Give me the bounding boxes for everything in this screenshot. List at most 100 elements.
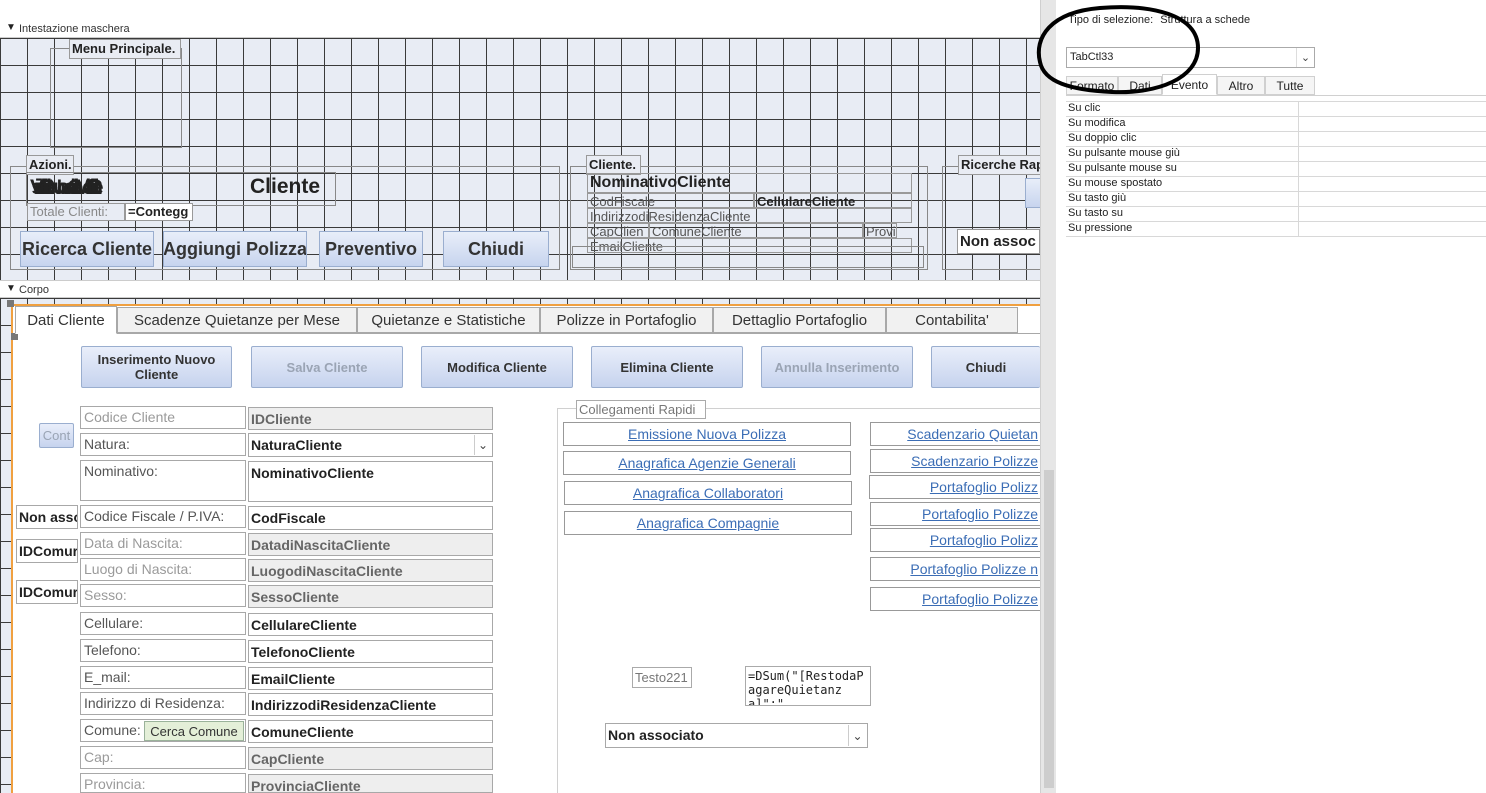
non-associato-combo[interactable]: Non associato [605,723,868,748]
link-portafoglio-polizze-5[interactable]: Portafoglio Polizze [870,587,1040,611]
overlapping-buttons-text[interactable]: VisualizzaClienteNuovoClienteModificaCli… [30,176,210,202]
property-grid: Su clic Su modifica Su doppio clic Su pu… [1066,101,1486,237]
label-codice-cliente: Codice Cliente [80,406,246,429]
cliente-label[interactable]: Cliente. [586,155,641,175]
left-non-assoc-field[interactable]: Non asso [16,505,78,529]
overlapping-buttons-tail[interactable]: Cliente [250,175,320,199]
annotation-circle [1036,5,1201,95]
prop-su-modifica[interactable]: Su modifica [1066,117,1486,132]
field-cod-fiscale[interactable]: CodFiscale [248,506,493,530]
left-idcomune-field-2[interactable]: IDComur [16,580,78,604]
chiudi-body-button[interactable]: Chiudi [931,346,1040,388]
field-indirizzo[interactable]: IndirizzodiResidenzaCliente [248,693,493,716]
cerca-comune-button[interactable]: Cerca Comune [144,721,244,741]
field-data-nascita[interactable]: DatadiNascitaCliente [248,533,493,556]
prop-mouse-giu[interactable]: Su pulsante mouse giù [1066,147,1486,162]
ricerche-button-edge[interactable] [1025,178,1040,208]
label-sesso: Sesso: [80,584,246,607]
scrollbar-thumb[interactable] [1044,470,1054,788]
modifica-cliente-button[interactable]: Modifica Cliente [421,346,573,388]
prop-su-pressione[interactable]: Su pressione [1066,222,1486,237]
prop-mouse-su[interactable]: Su pulsante mouse su [1066,162,1486,177]
selection-handle[interactable] [7,300,14,307]
tab-quietanze-statistiche[interactable]: Quietanze e Statistiche [357,307,540,333]
field-nominativo-cliente[interactable]: NominativoCliente [248,461,493,502]
link-portafoglio-polizze-1[interactable]: Portafoglio Polizz [869,475,1040,499]
body-section-bar[interactable]: ▼ Corpo [0,280,1040,298]
field-natura-cliente[interactable]: NaturaCliente [248,433,493,457]
chevron-down-icon[interactable]: ⌄ [1296,48,1314,67]
header-nominativo[interactable]: NominativoCliente [587,173,912,193]
tab-contabilita[interactable]: Contabilita' [886,307,1018,333]
prop-tasto-giu[interactable]: Su tasto giù [1066,192,1486,207]
form-header-bar[interactable]: ▼ Intestazione maschera [0,20,1040,38]
link-scadenzario-quietanze[interactable]: Scadenzario Quietan [870,422,1040,446]
header-non-assoc-combo[interactable]: Non assoc [957,229,1040,254]
label-email: E_mail: [80,666,246,689]
cont-button[interactable]: Cont [39,423,74,448]
ricerche-rapide-label[interactable]: Ricerche Rap [958,155,1040,175]
header-provincia[interactable]: Provi [863,223,897,238]
prop-su-clic[interactable]: Su clic [1066,102,1486,117]
link-portafoglio-polizze-4[interactable]: Portafoglio Polizze n [870,557,1040,581]
label-provincia: Provincia: [80,773,246,793]
property-sheet-splitter[interactable] [1040,0,1056,793]
totale-clienti-label: Totale Clienti: [27,203,125,221]
link-anagrafica-agenzie[interactable]: Anagrafica Agenzie Generali [563,451,851,475]
field-cap[interactable]: CapCliente [248,747,493,770]
field-email[interactable]: EmailCliente [248,667,493,690]
header-codfiscale[interactable]: CodFiscale [587,193,754,208]
header-section-label: Intestazione maschera [19,23,130,35]
ricerca-cliente-button[interactable]: Ricerca Cliente [20,231,154,267]
field-cellulare[interactable]: CellulareCliente [248,613,493,636]
collegamenti-rapidi-label: Collegamenti Rapidi [576,400,706,419]
label-cellulare: Cellulare: [80,612,246,635]
header-cap[interactable]: CapClien [587,223,649,238]
tab-dettaglio-portafoglio[interactable]: Dettaglio Portafoglio [713,307,886,333]
prop-su-doppio-clic[interactable]: Su doppio clic [1066,132,1486,147]
label-cap: Cap: [80,746,246,769]
selection-handle[interactable] [11,333,18,340]
link-scadenzario-polizze[interactable]: Scadenzario Polizze [870,449,1040,473]
salva-cliente-button[interactable]: Salva Cliente [251,346,403,388]
tab-dati-cliente[interactable]: Dati Cliente [15,306,117,334]
aggiungi-polizza-button[interactable]: Aggiungi Polizza [163,231,307,267]
link-emissione-nuova-polizza[interactable]: Emissione Nuova Polizza [563,422,851,446]
header-indirizzo[interactable]: IndirizzodiResidenzaCliente [587,208,912,223]
label-telefono: Telefono: [80,639,246,662]
field-telefono[interactable]: TelefonoCliente [248,640,493,663]
ptab-tutte[interactable]: Tutte [1265,76,1315,95]
header-cellulare[interactable]: CellulareCliente [754,193,912,208]
link-anagrafica-compagnie[interactable]: Anagrafica Compagnie [564,511,852,535]
prop-tasto-su[interactable]: Su tasto su [1066,207,1486,222]
chevron-down-icon[interactable]: ⌄ [474,435,491,455]
field-sesso[interactable]: SessoCliente [248,585,493,608]
link-anagrafica-collaboratori[interactable]: Anagrafica Collaboratori [564,481,852,505]
field-id-cliente[interactable]: IDCliente [248,407,493,430]
label-luogo-nascita: Luogo di Nascita: [80,558,246,581]
testo221-label[interactable]: Testo221 [632,667,692,688]
totale-clienti-value[interactable]: =Contegg [125,203,193,221]
chevron-down-icon[interactable]: ⌄ [848,725,866,746]
annulla-inserimento-button[interactable]: Annulla Inserimento [761,346,913,388]
chiudi-header-button[interactable]: Chiudi [443,231,549,267]
inserimento-nuovo-cliente-button[interactable]: Inserimento Nuovo Cliente [81,346,232,388]
link-portafoglio-polizze-2[interactable]: Portafoglio Polizze [870,502,1040,526]
collapse-arrow-icon[interactable]: ▼ [6,22,16,33]
menu-title[interactable]: Menu Principale. [69,39,181,59]
dsum-expression-field[interactable]: =DSum("[RestodaPagareQuietanza]";" [745,666,871,706]
header-comune[interactable]: ComuneCliente [649,223,863,238]
tab-polizze-portafoglio[interactable]: Polizze in Portafoglio [540,307,713,333]
prop-mouse-spostato[interactable]: Su mouse spostato [1066,177,1486,192]
label-indirizzo: Indirizzo di Residenza: [80,692,246,715]
elimina-cliente-button[interactable]: Elimina Cliente [591,346,743,388]
field-provincia[interactable]: ProvinciaCliente [248,774,493,793]
link-portafoglio-polizze-3[interactable]: Portafoglio Polizz [870,528,1040,552]
preventivo-button[interactable]: Preventivo [319,231,423,267]
collapse-arrow-icon[interactable]: ▼ [6,283,16,294]
ptab-altro[interactable]: Altro [1217,76,1265,95]
field-luogo-nascita[interactable]: LuogodiNascitaCliente [248,559,493,582]
left-idcomune-field-1[interactable]: IDComur [16,539,78,563]
tab-scadenze-quietanze[interactable]: Scadenze Quietanze per Mese [117,307,357,333]
field-comune[interactable]: ComuneCliente [248,720,493,743]
